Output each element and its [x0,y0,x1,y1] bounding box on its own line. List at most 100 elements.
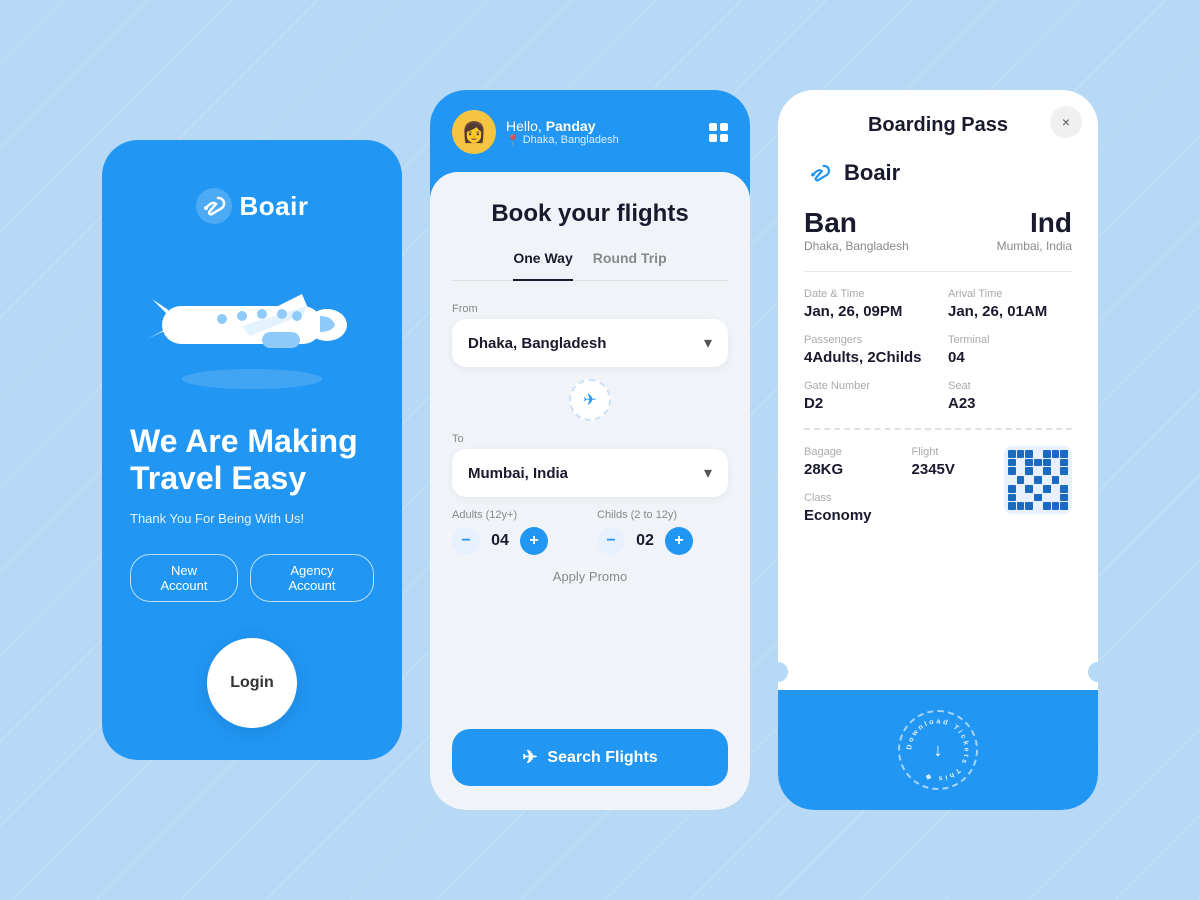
welcome-screen: Boair We Are Making Tra [102,140,402,760]
swap-button[interactable]: ✈ [569,379,611,421]
book-flights-body: Book your flights One Way Round Trip Fro… [430,172,750,810]
date-time-item: Date & Time Jan, 26, 09PM [804,288,928,320]
welcome-buttons: New Account Agency Account [130,554,374,602]
boarding-logo-icon [804,157,836,189]
app-header: 👩 Hello, Panday 📍 Dhaka, Bangladesh [430,90,750,172]
seat-label: Seat [948,380,1072,392]
user-text: Hello, Panday 📍 Dhaka, Bangladesh [506,118,619,147]
from-field-group: From Dhaka, Bangladesh ▾ [452,303,728,367]
login-wrap: Login [207,638,297,728]
gate-value: D2 [804,395,928,412]
to-label: To [452,433,728,445]
search-flights-button[interactable]: ✈ Search Flights [452,729,728,786]
welcome-subtext: Thank You For Being With Us! [130,511,304,526]
new-account-button[interactable]: New Account [130,554,238,602]
boarding-logo: Boair [804,157,1072,189]
username: Panday [546,118,596,134]
date-time-label: Date & Time [804,288,928,300]
flight-item: Flight 2345V [912,446,955,524]
user-info: 👩 Hello, Panday 📍 Dhaka, Bangladesh [452,110,619,154]
greeting-text: Hello, Panday [506,118,619,134]
childs-counter: − 02 + [597,527,728,555]
to-field-group: To Mumbai, India ▾ [452,433,728,497]
chevron-down-icon: ▾ [704,333,712,353]
tab-round-trip[interactable]: Round Trip [593,250,667,270]
seat-value: A23 [948,395,1072,412]
adults-minus-button[interactable]: − [452,527,480,555]
route-row: Ban Dhaka, Bangladesh Ind Mumbai, India [804,207,1072,253]
childs-plus-button[interactable]: + [665,527,693,555]
logo-area: Boair [196,188,309,224]
agency-account-button[interactable]: Agency Account [250,554,374,602]
baggage-label: Bagage [804,446,872,458]
download-circle[interactable]: Download Tickets This ◆ ↓ [898,710,978,790]
boarding-pass-screen: × Boarding Pass Boair Ban Dhaka, Banglad… [778,90,1098,810]
departure-code: Ban [804,207,909,239]
seat-item: Seat A23 [948,380,1072,412]
terminal-value: 04 [948,349,1072,366]
plane-illustration [142,254,362,399]
baggage-flight-class: Bagage 28KG Class Economy Flight 2345V [804,446,955,524]
passengers-value: 4Adults, 2Childs [804,349,928,366]
date-time-value: Jan, 26, 09PM [804,303,928,320]
chevron-down-icon-2: ▾ [704,463,712,483]
adults-value: 04 [490,532,510,550]
divider-1 [804,271,1072,272]
boarding-bottom: Download Tickets This ◆ ↓ [778,690,1098,810]
class-item: Class Economy [804,492,872,524]
flight-info-grid: Date & Time Jan, 26, 09PM Arival Time Ja… [804,288,1072,412]
terminal-item: Terminal 04 [948,334,1072,366]
from-label: From [452,303,728,315]
gate-label: Gate Number [804,380,928,392]
from-value: Dhaka, Bangladesh [468,335,606,352]
arrival-city: Ind Mumbai, India [997,207,1072,253]
user-location: 📍 Dhaka, Bangladesh [506,134,619,147]
terminal-label: Terminal [948,334,1072,346]
class-label: Class [804,492,872,504]
boarding-content: Boarding Pass Boair Ban Dhaka, Banglades… [778,90,1098,690]
avatar: 👩 [452,110,496,154]
from-select[interactable]: Dhaka, Bangladesh ▾ [452,319,728,367]
trip-type-tabs: One Way Round Trip [452,250,728,281]
book-title: Book your flights [452,200,728,228]
boarding-pass-title: Boarding Pass [804,114,1072,137]
adults-group: Adults (12y+) − 04 + [452,509,583,555]
apply-promo-button[interactable]: Apply Promo [452,569,728,584]
boair-logo-icon [196,188,232,224]
departure-full: Dhaka, Bangladesh [804,239,909,253]
passengers-label: Passengers [804,334,928,346]
menu-grid-icon[interactable] [709,123,728,142]
passengers-item: Passengers 4Adults, 2Childs [804,334,928,366]
location-pin-icon: 📍 [506,134,520,147]
tab-one-way[interactable]: One Way [513,250,572,270]
logo-text: Boair [240,191,309,222]
departure-city: Ban Dhaka, Bangladesh [804,207,909,253]
close-button[interactable]: × [1050,106,1082,138]
arrival-time-item: Arival Time Jan, 26, 01AM [948,288,1072,320]
login-button[interactable]: Login [207,638,297,728]
childs-minus-button[interactable]: − [597,527,625,555]
qr-code [1004,446,1072,514]
location-text: Dhaka, Bangladesh [523,134,619,146]
adults-label: Adults (12y+) [452,509,583,521]
flight-label: Flight [912,446,955,458]
baggage-value: 28KG [804,461,872,478]
arrival-time-label: Arival Time [948,288,1072,300]
plane-icon: ✈ [522,747,537,768]
boarding-logo-text: Boair [844,160,900,186]
childs-value: 02 [635,532,655,550]
arrival-code: Ind [997,207,1072,239]
childs-label: Childs (2 to 12y) [597,509,728,521]
book-flights-screen: 👩 Hello, Panday 📍 Dhaka, Bangladesh Book… [430,90,750,810]
to-value: Mumbai, India [468,465,568,482]
adults-plus-button[interactable]: + [520,527,548,555]
gate-item: Gate Number D2 [804,380,928,412]
welcome-heading: We Are Making Travel Easy [130,423,374,497]
flight-value: 2345V [912,461,955,478]
arrival-full: Mumbai, India [997,239,1072,253]
class-value: Economy [804,507,872,524]
adults-counter: − 04 + [452,527,583,555]
download-icon-wrap: ↓ [934,740,943,761]
download-icon: ↓ [934,740,943,761]
to-select[interactable]: Mumbai, India ▾ [452,449,728,497]
